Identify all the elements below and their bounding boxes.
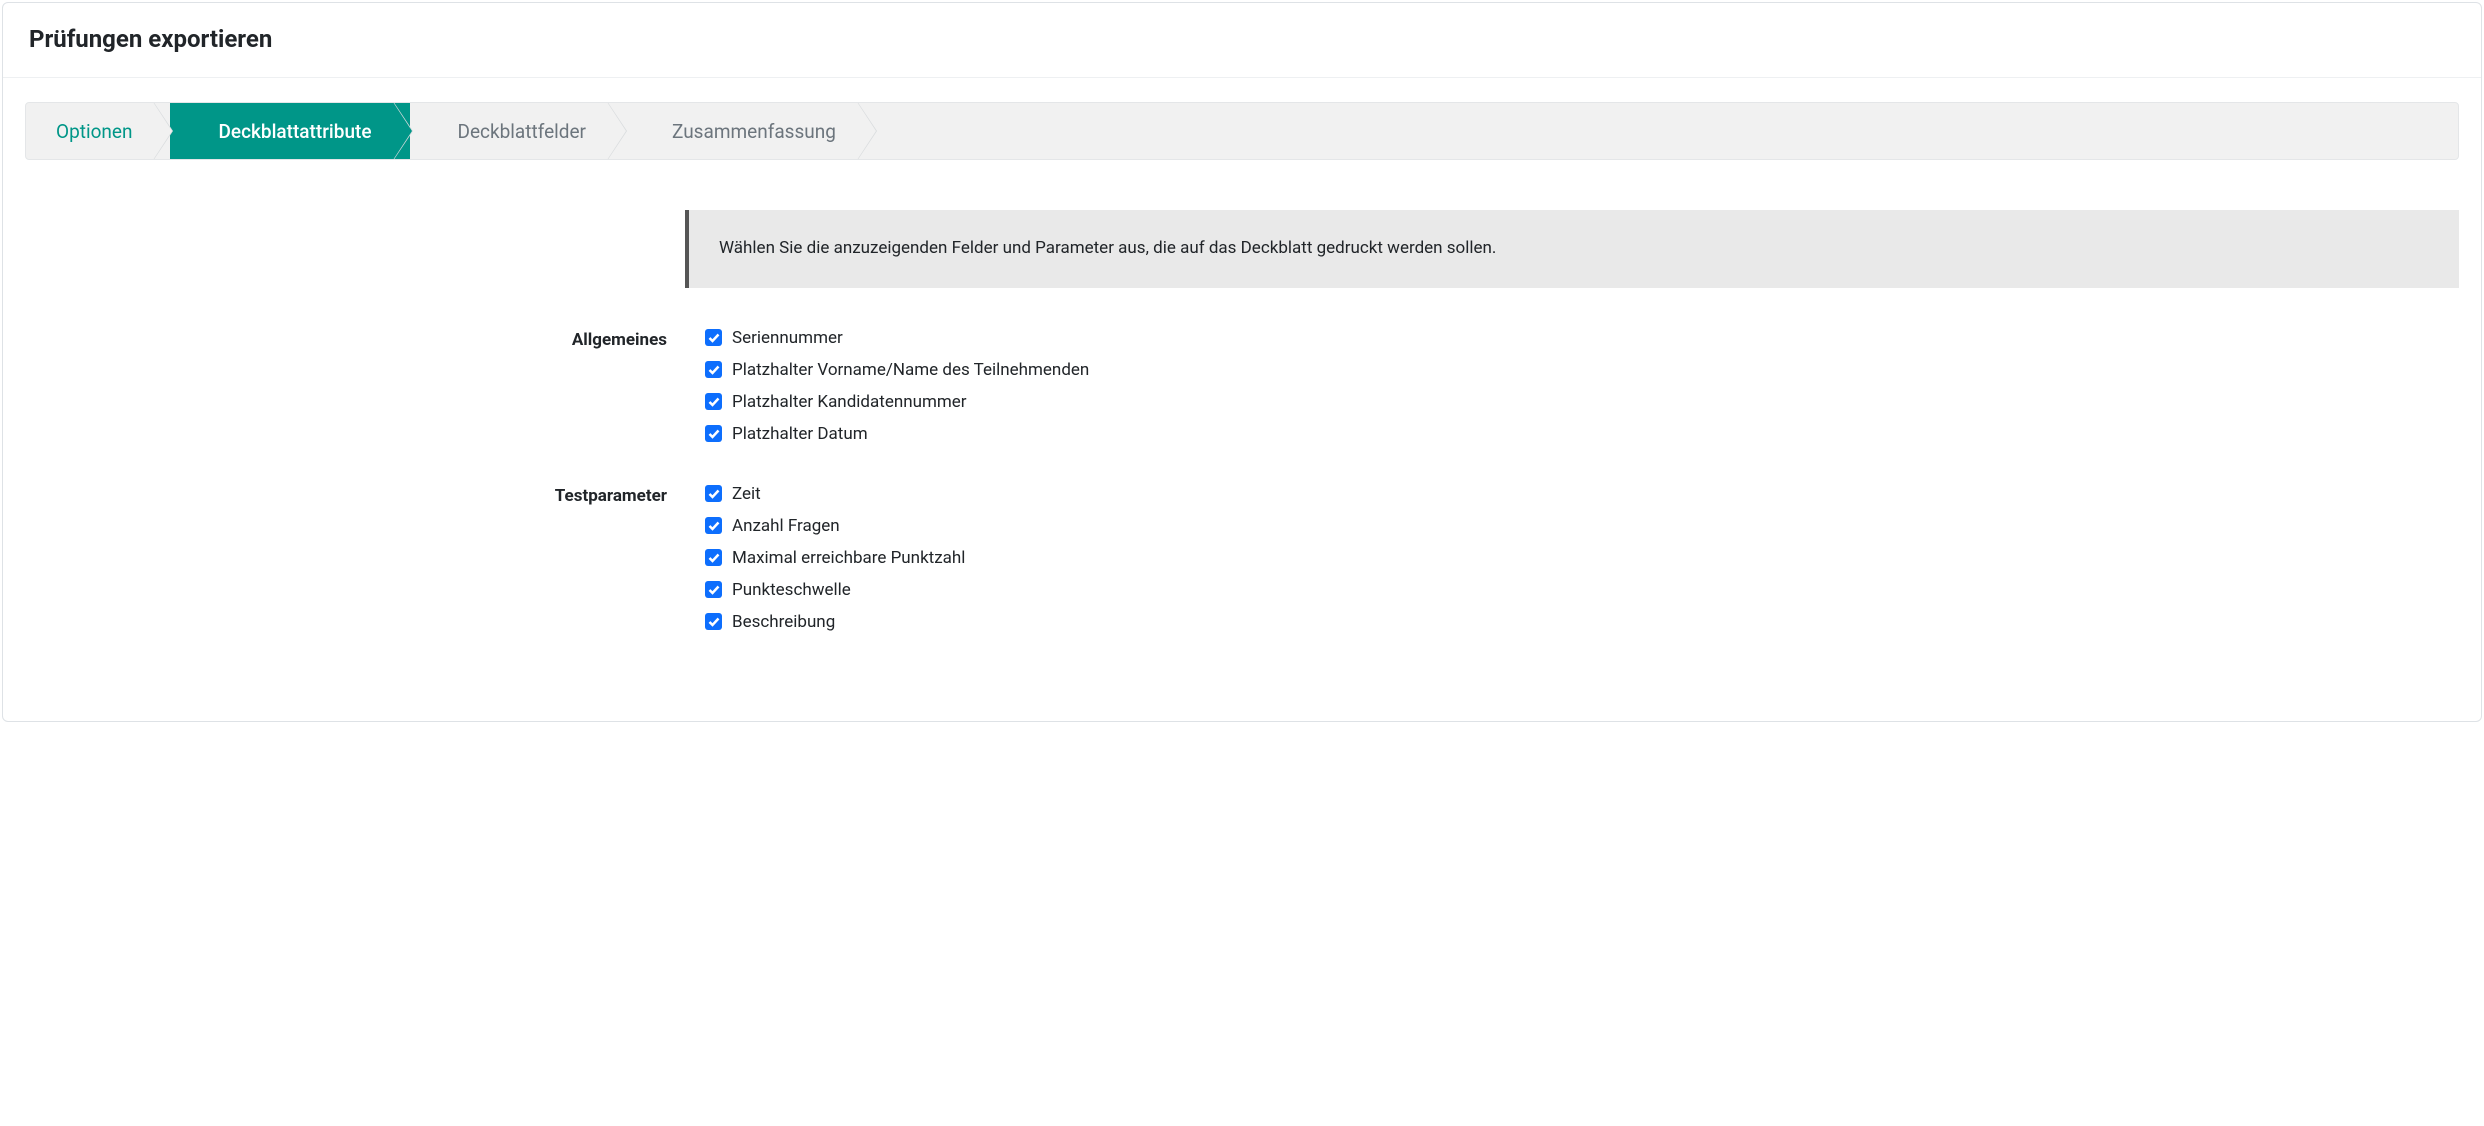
info-text: Wählen Sie die anzuzeigenden Felder und … — [719, 238, 1496, 258]
checkbox-platzhalter-datum[interactable]: Platzhalter Datum — [705, 424, 2459, 444]
checkbox-icon — [705, 549, 722, 566]
checkbox-icon — [705, 393, 722, 410]
checkbox-label: Anzahl Fragen — [732, 516, 840, 536]
wizard-step-deckblattattribute[interactable]: Deckblattattribute — [170, 103, 409, 159]
group-testparameter: Testparameter Zeit Anzahl Fragen Maximal… — [25, 484, 2459, 632]
content-area: Wählen Sie die anzuzeigenden Felder und … — [3, 160, 2481, 672]
checkbox-beschreibung[interactable]: Beschreibung — [705, 612, 2459, 632]
chevron-right-icon — [857, 102, 891, 160]
group-label-general: Allgemeines — [25, 328, 667, 444]
checkbox-label: Platzhalter Datum — [732, 424, 868, 444]
info-box: Wählen Sie die anzuzeigenden Felder und … — [685, 210, 2459, 288]
checkbox-platzhalter-name[interactable]: Platzhalter Vorname/Name des Teilnehmend… — [705, 360, 2459, 380]
wizard-step-zusammenfassung[interactable]: Zusammenfassung — [624, 103, 874, 159]
checkbox-label: Beschreibung — [732, 612, 835, 632]
checkbox-label: Platzhalter Kandidatennummer — [732, 392, 967, 412]
checkbox-label: Zeit — [732, 484, 761, 504]
checkbox-label: Punkteschwelle — [732, 580, 851, 600]
page-title: Prüfungen exportieren — [29, 25, 2455, 53]
checkbox-seriennummer[interactable]: Seriennummer — [705, 328, 2459, 348]
wizard-step-label: Deckblattfelder — [458, 120, 586, 143]
general-checks: Seriennummer Platzhalter Vorname/Name de… — [667, 328, 2459, 444]
checkbox-icon — [705, 361, 722, 378]
checkbox-label: Seriennummer — [732, 328, 843, 348]
wizard-steps: Optionen Deckblattattribute Deckblattfel… — [25, 102, 2459, 160]
checkbox-anzahl-fragen[interactable]: Anzahl Fragen — [705, 516, 2459, 536]
checkbox-icon — [705, 425, 722, 442]
wizard-step-label: Zusammenfassung — [672, 120, 836, 143]
checkbox-icon — [705, 329, 722, 346]
wizard-container: Optionen Deckblattattribute Deckblattfel… — [3, 78, 2481, 160]
checkbox-label: Platzhalter Vorname/Name des Teilnehmend… — [732, 360, 1089, 380]
checkbox-icon — [705, 517, 722, 534]
checkbox-icon — [705, 613, 722, 630]
group-label-testparameter: Testparameter — [25, 484, 667, 632]
group-general: Allgemeines Seriennummer Platzhalter Vor… — [25, 328, 2459, 444]
checkbox-icon — [705, 485, 722, 502]
checkbox-zeit[interactable]: Zeit — [705, 484, 2459, 504]
checkbox-label: Maximal erreichbare Punktzahl — [732, 548, 965, 568]
wizard-step-label: Optionen — [56, 120, 132, 143]
info-row: Wählen Sie die anzuzeigenden Felder und … — [25, 210, 2459, 288]
checkbox-platzhalter-kandidatennummer[interactable]: Platzhalter Kandidatennummer — [705, 392, 2459, 412]
info-spacer — [25, 210, 685, 288]
checkbox-icon — [705, 581, 722, 598]
checkbox-max-punktzahl[interactable]: Maximal erreichbare Punktzahl — [705, 548, 2459, 568]
checkbox-punkteschwelle[interactable]: Punkteschwelle — [705, 580, 2459, 600]
export-panel: Prüfungen exportieren Optionen Deckblatt… — [2, 2, 2482, 722]
wizard-step-optionen[interactable]: Optionen — [26, 103, 170, 159]
wizard-step-label: Deckblattattribute — [218, 120, 371, 143]
panel-header: Prüfungen exportieren — [3, 3, 2481, 78]
testparameter-checks: Zeit Anzahl Fragen Maximal erreichbare P… — [667, 484, 2459, 632]
wizard-step-deckblattfelder[interactable]: Deckblattfelder — [410, 103, 624, 159]
